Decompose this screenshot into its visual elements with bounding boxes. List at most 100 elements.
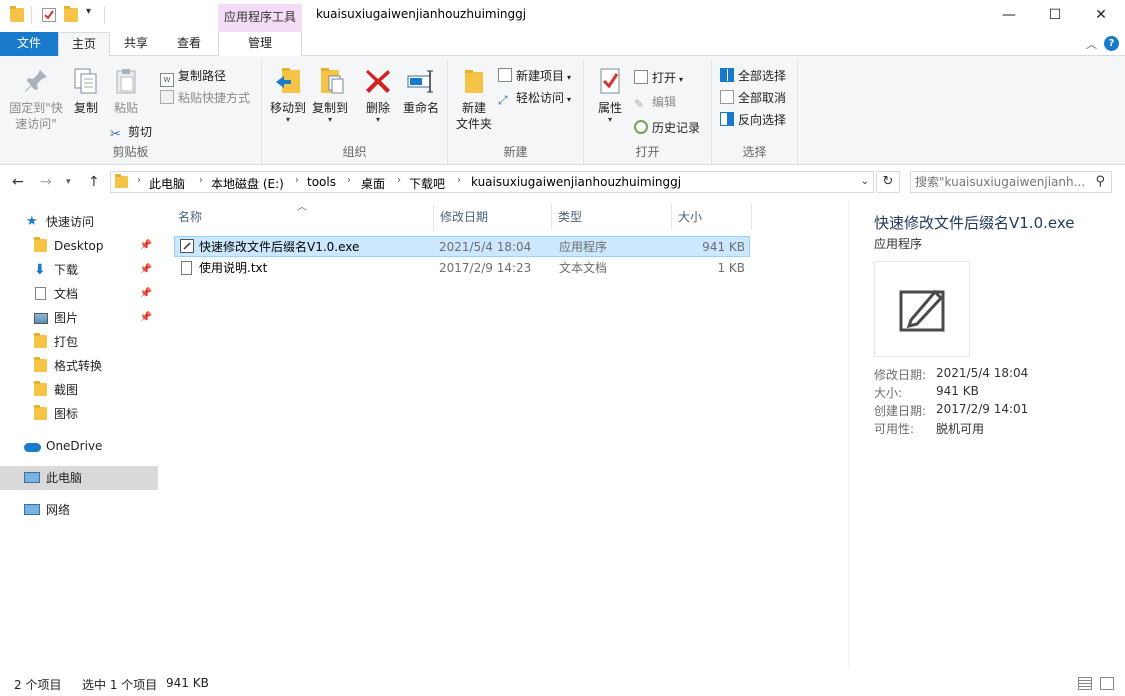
new-item-button[interactable]: 新建项目▾ (498, 66, 571, 86)
nav-folder-screenshot[interactable]: 截图 (0, 378, 158, 402)
details-pane: 快速修改文件后缀名V1.0.exe 应用程序 修改日期: 2021/5/4 18… (848, 200, 1125, 670)
nav-this-pc[interactable]: 此电脑 (0, 466, 158, 490)
nav-folder-dabao[interactable]: 打包 (0, 330, 158, 354)
table-row[interactable]: 使用说明.txt 2017/2/9 14:23 文本文档 1 KB (174, 258, 750, 279)
help-icon[interactable]: ? (1104, 36, 1119, 51)
minimize-button[interactable]: — (986, 0, 1032, 32)
column-header-type[interactable]: 类型 (552, 204, 672, 230)
invert-selection-button[interactable]: 反向选择 (720, 110, 786, 130)
copy-to-button[interactable]: 复制到 ▾ (308, 66, 352, 124)
pin-quick-access-button[interactable]: 固定到"快速访问" (6, 66, 66, 132)
pin-icon[interactable]: 📌 (140, 258, 152, 282)
breadcrumb-xiazaiba[interactable]: 下载吧 (409, 175, 445, 192)
nav-network[interactable]: 网络 (0, 498, 158, 522)
nav-downloads-label: 下载 (54, 258, 78, 282)
up-arrow-icon[interactable]: ↑ (88, 174, 100, 190)
table-row[interactable]: 快速修改文件后缀名V1.0.exe 2021/5/4 18:04 应用程序 94… (174, 236, 750, 257)
copy-button[interactable]: 复制 (70, 66, 102, 116)
address-bar[interactable]: › 此电脑 › 本地磁盘 (E:) › tools › 桌面 › 下载吧 › k… (110, 171, 874, 193)
cut-button[interactable]: ✂剪切 (110, 122, 152, 142)
nav-onedrive[interactable]: OneDrive (0, 434, 158, 458)
details-view-icon[interactable] (1078, 677, 1092, 690)
move-to-label: 移动到 (266, 100, 310, 116)
chevron-right-icon: › (199, 175, 203, 186)
rename-button[interactable]: 重命名 (400, 66, 442, 116)
paste-shortcut-button[interactable]: 粘贴快捷方式 (160, 88, 250, 108)
large-icons-view-icon[interactable] (1100, 677, 1114, 690)
search-input[interactable] (915, 173, 1087, 191)
tab-manage[interactable]: 管理 (218, 32, 302, 56)
breadcrumb-desktop[interactable]: 桌面 (361, 175, 385, 192)
copy-label: 复制 (70, 100, 102, 116)
edit-button[interactable]: ✎编辑 (634, 92, 676, 112)
tab-home[interactable]: 主页 (58, 32, 110, 57)
breadcrumb-tools[interactable]: tools (307, 175, 336, 189)
nav-folder-format-label: 格式转换 (54, 354, 102, 378)
column-header-size[interactable]: 大小 (672, 204, 752, 230)
new-folder-icon[interactable] (64, 8, 78, 22)
copy-path-button[interactable]: W复制路径 (160, 66, 226, 86)
nav-pictures[interactable]: 图片 📌 (0, 306, 158, 330)
column-header-name[interactable]: 名称 (172, 204, 434, 230)
breadcrumb-current-folder[interactable]: kuaisuxiugaiwenjianhouzhuiminggj (471, 175, 681, 189)
tab-view[interactable]: 查看 (164, 32, 214, 56)
prop-size-label: 大小: (874, 384, 902, 401)
pin-icon[interactable]: 📌 (140, 234, 152, 258)
star-icon: ★ (26, 215, 40, 229)
ribbon-tab-row: 文件 主页 共享 查看 管理 ︿ ? (0, 32, 1125, 56)
nav-folder-icons[interactable]: 图标 (0, 402, 158, 426)
copy-path-icon: W (160, 73, 174, 87)
breadcrumb-local-disk[interactable]: 本地磁盘 (E:) (211, 175, 284, 192)
pin-icon (21, 66, 51, 96)
properties-label: 属性 (592, 100, 628, 116)
nav-documents[interactable]: 文档 📌 (0, 282, 158, 306)
open-button[interactable]: 打开▾ (634, 68, 683, 88)
new-group: 新建 文件夹 新建项目▾ ⤢轻松访问▾ 新建 (448, 60, 584, 164)
delete-button[interactable]: 删除 ▾ (360, 66, 396, 124)
search-box[interactable]: ⚲ (910, 171, 1112, 193)
easy-access-button[interactable]: ⤢轻松访问▾ (498, 88, 571, 108)
paste-button[interactable]: 粘贴 (110, 66, 142, 116)
back-arrow-icon[interactable]: ← (12, 174, 24, 190)
new-folder-button[interactable]: 新建 文件夹 (454, 66, 494, 132)
close-button[interactable]: ✕ (1078, 0, 1124, 32)
recent-dropdown-icon[interactable]: ▾ (66, 177, 71, 187)
network-icon (24, 504, 40, 515)
collapse-ribbon-icon[interactable]: ︿ (1086, 36, 1097, 52)
prop-created-label: 创建日期: (874, 402, 926, 419)
select-group: 全部选择 全部取消 反向选择 选择 (712, 60, 798, 164)
breadcrumb-this-pc[interactable]: 此电脑 (149, 175, 185, 192)
status-item-count: 2 个项目 (14, 676, 61, 693)
cloud-icon (24, 443, 41, 452)
new-item-label: 新建项目 (516, 69, 564, 83)
address-history-dropdown-icon[interactable]: ⌄ (861, 176, 869, 187)
maximize-button[interactable]: ☐ (1032, 0, 1078, 32)
nav-quick-access[interactable]: ★ 快速访问 (0, 210, 158, 234)
new-folder-icon (459, 66, 489, 96)
refresh-button[interactable]: ↻ (876, 171, 900, 193)
pin-icon[interactable]: 📌 (140, 282, 152, 306)
column-header-date[interactable]: 修改日期 (434, 204, 552, 230)
tab-file[interactable]: 文件 (0, 32, 58, 56)
tab-share[interactable]: 共享 (112, 32, 160, 56)
pin-icon[interactable]: 📌 (140, 306, 152, 330)
open-icon (634, 70, 648, 84)
paste-shortcut-icon (160, 90, 174, 104)
nav-desktop[interactable]: Desktop 📌 (0, 234, 158, 258)
chevron-right-icon: › (457, 175, 461, 186)
chevron-right-icon: › (347, 175, 351, 186)
nav-downloads[interactable]: ⬇ 下载 📌 (0, 258, 158, 282)
move-to-button[interactable]: 移动到 ▾ (266, 66, 310, 124)
nav-folder-format[interactable]: 格式转换 (0, 354, 158, 378)
select-none-button[interactable]: 全部取消 (720, 88, 786, 108)
properties-check-icon[interactable] (42, 8, 56, 22)
file-size: 941 KB (702, 237, 745, 257)
history-button[interactable]: 历史记录 (634, 118, 700, 138)
title-bar: ▾ 应用程序工具 kuaisuxiugaiwenjianhouzhuimingg… (0, 0, 1125, 32)
file-type: 文本文档 (559, 258, 607, 278)
search-icon[interactable]: ⚲ (1095, 174, 1105, 189)
select-all-button[interactable]: 全部选择 (720, 66, 786, 86)
qat-dropdown-icon[interactable]: ▾ (86, 6, 91, 17)
forward-arrow-icon[interactable]: → (40, 174, 52, 190)
properties-button[interactable]: 属性 ▾ (592, 66, 628, 124)
